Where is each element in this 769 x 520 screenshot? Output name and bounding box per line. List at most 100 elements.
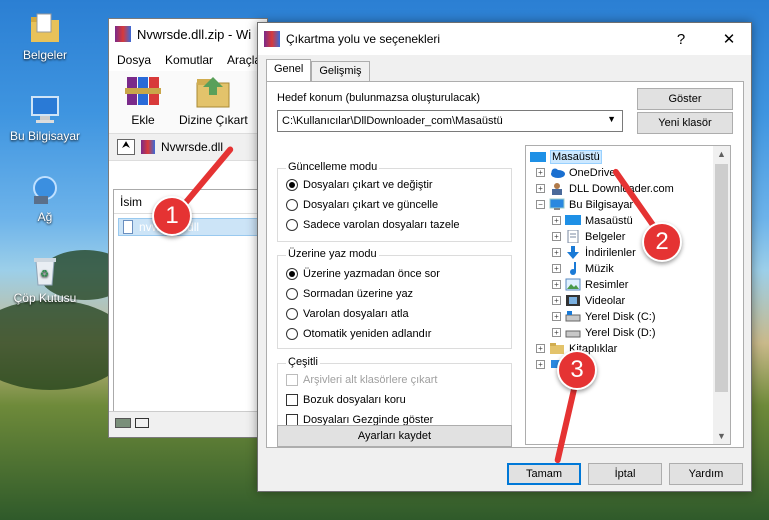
step-badge-2: 2 [642, 222, 682, 262]
destination-label: Hedef konum (bulunmazsa oluşturulacak) [277, 92, 480, 104]
winrar-toolbar: Ekle Dizine Çıkart [109, 71, 267, 133]
save-settings-button[interactable]: Ayarları kaydet [277, 425, 512, 447]
desktop-icon-network[interactable]: Ağ [3, 174, 87, 224]
library-folder-icon [550, 343, 564, 354]
archive-icon [141, 140, 155, 154]
option-label: Sadece varolan dosyaları tazele [303, 219, 460, 231]
radio[interactable] [286, 199, 298, 211]
desktop-icon-documents[interactable]: Belgeler [3, 12, 87, 62]
add-button[interactable]: Ekle [123, 73, 163, 127]
overwrite-option-skip[interactable]: Varolan dosyaları atla [286, 308, 409, 320]
extract-to-button[interactable]: Dizine Çıkart [179, 73, 248, 127]
expand-icon[interactable]: + [552, 280, 561, 289]
recycle-bin-icon: ♻ [28, 255, 62, 287]
scroll-up-icon[interactable]: ▲ [717, 149, 726, 159]
desktop-icon-label: Çöp Kutusu [13, 291, 77, 305]
cloud-icon [551, 168, 565, 178]
misc-title: Çeşitli [286, 356, 320, 368]
radio[interactable] [286, 219, 298, 231]
winrar-title: Nvwrsde.dll.zip - Wi [137, 26, 252, 42]
destination-path-combo[interactable]: C:\Kullanıcılar\DllDownloader_com\Masaüs… [277, 110, 623, 132]
expand-icon[interactable]: + [552, 328, 561, 337]
up-folder-icon[interactable]: ⮝ [117, 139, 135, 155]
menu-commands[interactable]: Komutlar [165, 53, 213, 67]
help-title-button[interactable]: ? [658, 23, 704, 55]
new-folder-button[interactable]: Yeni klasör [637, 112, 733, 134]
desktop-icon-this-pc[interactable]: Bu Bilgisayar [3, 93, 87, 143]
ok-button[interactable]: Tamam [507, 463, 581, 485]
update-mode-title: Güncelleme modu [286, 161, 380, 173]
tree-node-documents[interactable]: + Belgeler [552, 230, 625, 243]
user-icon [552, 183, 562, 195]
winrar-menubar: Dosya Komutlar Araçla [109, 49, 267, 71]
expand-icon[interactable]: + [536, 344, 545, 353]
tab-strip: Genel Gelişmiş [266, 59, 370, 81]
archive-path: Nvwrsde.dll [161, 140, 224, 154]
tab-advanced[interactable]: Gelişmiş [311, 61, 370, 81]
tree-node-onedrive[interactable]: + OneDrive [536, 166, 615, 179]
radio-selected[interactable] [286, 179, 298, 191]
overwrite-option-ask[interactable]: Üzerine yazmadan önce sor [286, 268, 440, 280]
radio[interactable] [286, 328, 298, 340]
menu-tools[interactable]: Araçla [227, 53, 261, 67]
option-label: Dosyaları çıkart ve değiştir [303, 179, 433, 191]
computer-icon [28, 93, 62, 125]
file-icon [123, 220, 133, 234]
scroll-down-icon[interactable]: ▼ [717, 431, 726, 441]
drive-icon [115, 418, 131, 428]
desktop-icon [530, 151, 546, 162]
desktop-icon [565, 215, 581, 225]
expand-icon[interactable]: + [552, 264, 561, 273]
update-option-replace[interactable]: Dosyaları çıkart ve değiştir [286, 179, 433, 191]
show-button[interactable]: Göster [637, 88, 733, 110]
tree-node-disk-c[interactable]: + Yerel Disk (C:) [552, 310, 656, 323]
checkbox[interactable] [286, 394, 298, 406]
expand-icon[interactable]: + [536, 360, 545, 369]
misc-option-keep-broken[interactable]: Bozuk dosyaları koru [286, 394, 406, 406]
help-button[interactable]: Yardım [669, 463, 743, 485]
tree-node-desktop-root[interactable]: Masaüstü [530, 150, 602, 164]
extract-dialog: Çıkartma yolu ve seçenekleri ? ✕ Genel G… [257, 22, 752, 492]
desktop-icon-recycle-bin[interactable]: ♻ Çöp Kutusu [3, 255, 87, 305]
tree-node-user[interactable]: + DLL Downloader.com [536, 182, 674, 195]
key-icon [135, 418, 149, 428]
radio[interactable] [286, 288, 298, 300]
tree-node-downloads[interactable]: + İndirilenler [552, 246, 636, 259]
update-option-update[interactable]: Dosyaları çıkart ve güncelle [286, 199, 438, 211]
tree-node-videos[interactable]: + Videolar [552, 294, 625, 307]
overwrite-option-without-prompt[interactable]: Sormadan üzerine yaz [286, 288, 413, 300]
expand-icon[interactable]: + [552, 296, 561, 305]
update-option-freshen[interactable]: Sadece varolan dosyaları tazele [286, 219, 460, 231]
tree-node-disk-d[interactable]: + Yerel Disk (D:) [552, 326, 656, 339]
tree-node-this-pc[interactable]: − Bu Bilgisayar [536, 198, 633, 211]
chevron-down-icon[interactable]: ▼ [607, 114, 616, 124]
overwrite-option-rename[interactable]: Otomatik yeniden adlandır [286, 328, 431, 340]
expand-icon[interactable]: + [536, 184, 545, 193]
overwrite-mode-title: Üzerine yaz modu [286, 248, 379, 260]
expand-icon[interactable]: + [552, 232, 561, 241]
scrollbar-thumb[interactable] [715, 164, 728, 392]
option-label: Otomatik yeniden adlandır [303, 328, 432, 340]
expand-icon[interactable]: + [536, 168, 545, 177]
tree-node-desktop[interactable]: + Masaüstü [552, 214, 633, 227]
winrar-titlebar: Nvwrsde.dll.zip - Wi [109, 19, 267, 49]
option-label: Dosyaları çıkart ve güncelle [303, 199, 439, 211]
collapse-icon[interactable]: − [536, 200, 545, 209]
tree-scrollbar[interactable]: ▲ ▼ [713, 146, 730, 444]
tree-node-music[interactable]: + Müzik [552, 262, 614, 275]
tree-label: İndirilenler [585, 246, 636, 259]
tree-node-pictures[interactable]: + Resimler [552, 278, 628, 291]
misc-group: Çeşitli Arşivleri alt klasörlere çıkart … [277, 356, 512, 433]
expand-icon[interactable]: + [552, 216, 561, 225]
expand-icon[interactable]: + [552, 312, 561, 321]
cancel-button[interactable]: İptal [588, 463, 662, 485]
radio[interactable] [286, 308, 298, 320]
destination-path-value: C:\Kullanıcılar\DllDownloader_com\Masaüs… [282, 115, 503, 127]
tab-general[interactable]: Genel [266, 59, 312, 81]
extract-folder-icon [193, 73, 233, 109]
network-globe-icon [28, 174, 62, 206]
menu-file[interactable]: Dosya [117, 53, 151, 67]
close-icon[interactable]: ✕ [706, 23, 752, 55]
radio-selected[interactable] [286, 268, 298, 280]
expand-icon[interactable]: + [552, 248, 561, 257]
